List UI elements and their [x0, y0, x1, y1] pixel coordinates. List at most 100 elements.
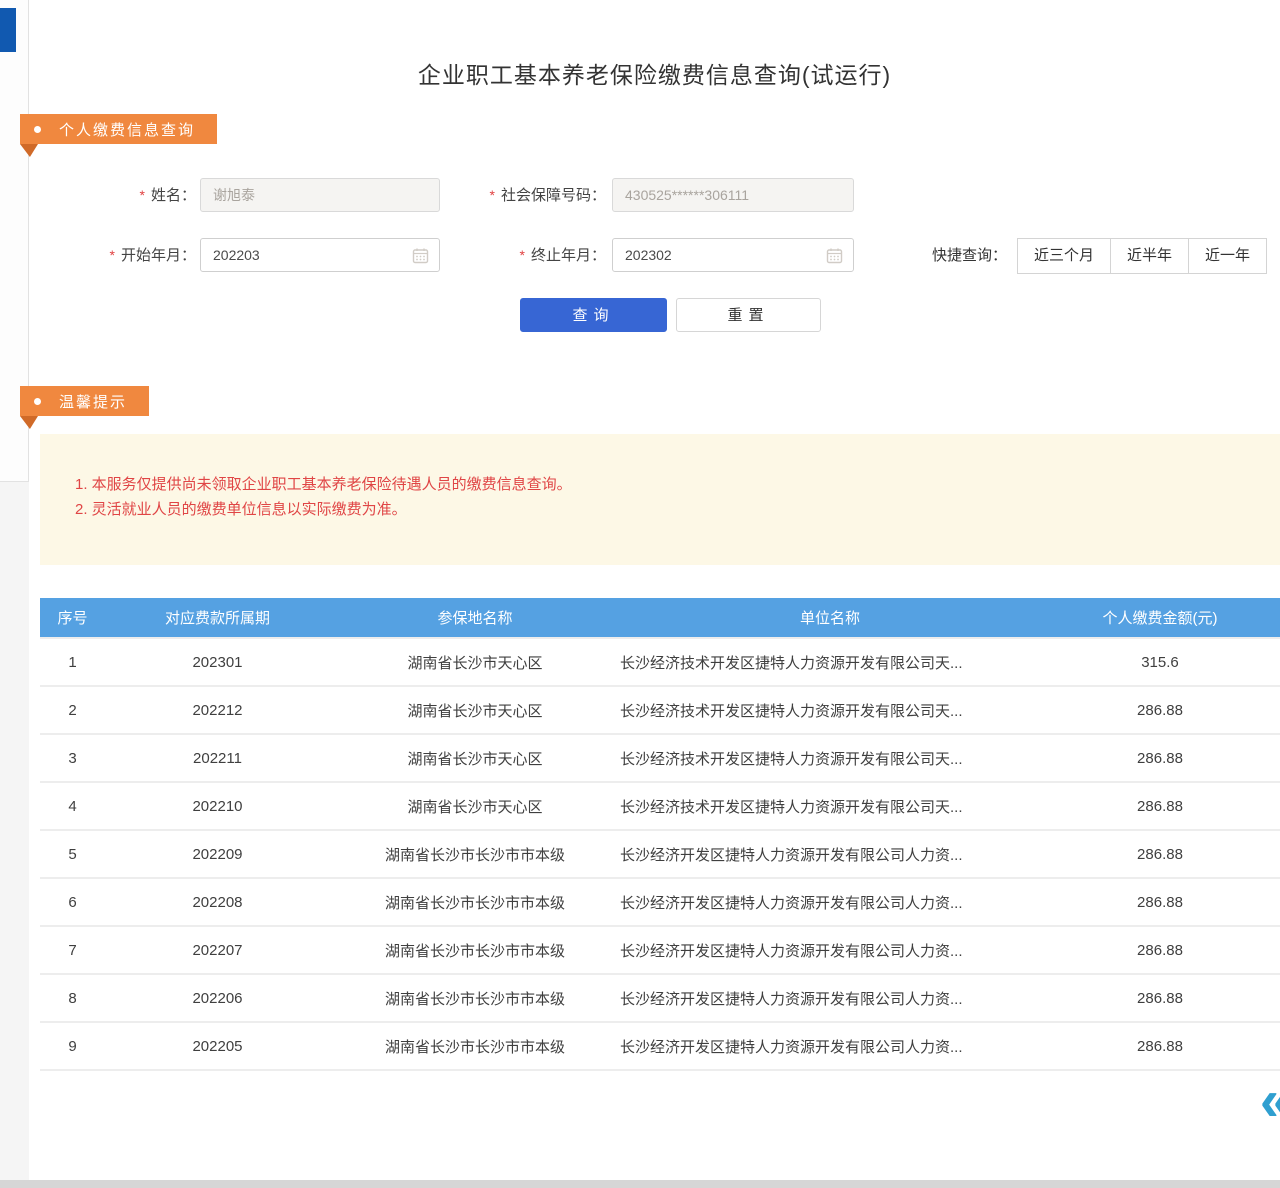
payment-table: 序号对应费款所属期参保地名称单位名称个人缴费金额(元) 1202301湖南省长沙…	[40, 598, 1280, 1071]
company-cell: 长沙经济技术开发区捷特人力资源开发有限公司天...	[620, 782, 1040, 830]
period-cell: 202210	[105, 782, 330, 830]
ssn-field: 430525******306111	[612, 178, 854, 212]
region-cell: 湖南省长沙市天心区	[330, 686, 620, 734]
region-cell: 湖南省长沙市长沙市市本级	[330, 974, 620, 1022]
region-cell: 湖南省长沙市天心区	[330, 638, 620, 686]
seq-cell: 8	[40, 974, 105, 1022]
table-body: 1202301湖南省长沙市天心区长沙经济技术开发区捷特人力资源开发有限公司天..…	[40, 638, 1280, 1070]
table-row: 8202206湖南省长沙市长沙市市本级长沙经济开发区捷特人力资源开发有限公司人力…	[40, 974, 1280, 1022]
period-cell: 202209	[105, 830, 330, 878]
notice-box: 1. 本服务仅提供尚未领取企业职工基本养老保险待遇人员的缴费信息查询。 2. 灵…	[40, 434, 1280, 565]
start-month-value: 202203	[213, 247, 412, 263]
amount-cell: 286.88	[1040, 974, 1280, 1022]
table-header-row: 序号对应费款所属期参保地名称单位名称个人缴费金额(元)	[40, 598, 1280, 638]
section-badge-label: 个人缴费信息查询	[59, 119, 195, 140]
table-header-cell: 参保地名称	[330, 598, 620, 638]
sidebar-nav-block[interactable]	[0, 8, 16, 52]
query-button[interactable]: 查询	[520, 298, 667, 332]
region-cell: 湖南省长沙市长沙市市本级	[330, 830, 620, 878]
company-cell: 长沙经济技术开发区捷特人力资源开发有限公司天...	[620, 686, 1040, 734]
quick-query-group: 近三个月近半年近一年	[1018, 238, 1267, 274]
seq-cell: 7	[40, 926, 105, 974]
company-cell: 长沙经济开发区捷特人力资源开发有限公司人力资...	[620, 878, 1040, 926]
company-cell: 长沙经济开发区捷特人力资源开发有限公司人力资...	[620, 926, 1040, 974]
footer-bar	[0, 1180, 1280, 1188]
amount-cell: 315.6	[1040, 638, 1280, 686]
period-cell: 202205	[105, 1022, 330, 1070]
quick-query-label: 快捷查询：	[932, 238, 1007, 274]
required-mark: *	[520, 247, 525, 263]
collapse-double-chevron-icon[interactable]: «	[1260, 1072, 1280, 1130]
table-row: 3202211湖南省长沙市天心区长沙经济技术开发区捷特人力资源开发有限公司天..…	[40, 734, 1280, 782]
ssn-label: *社会保障号码：	[440, 178, 606, 212]
region-cell: 湖南省长沙市长沙市市本级	[330, 926, 620, 974]
amount-cell: 286.88	[1040, 1022, 1280, 1070]
amount-cell: 286.88	[1040, 686, 1280, 734]
required-mark: *	[110, 247, 115, 263]
table-row: 6202208湖南省长沙市长沙市市本级长沙经济开发区捷特人力资源开发有限公司人力…	[40, 878, 1280, 926]
name-value: 谢旭泰	[213, 185, 429, 205]
quick-option-button[interactable]: 近半年	[1110, 238, 1189, 274]
company-cell: 长沙经济技术开发区捷特人力资源开发有限公司天...	[620, 734, 1040, 782]
seq-cell: 9	[40, 1022, 105, 1070]
seq-cell: 1	[40, 638, 105, 686]
amount-cell: 286.88	[1040, 830, 1280, 878]
bullet-dot-icon	[34, 126, 41, 133]
region-cell: 湖南省长沙市长沙市市本级	[330, 878, 620, 926]
name-label: *姓名：	[80, 178, 196, 212]
amount-cell: 286.88	[1040, 878, 1280, 926]
period-cell: 202211	[105, 734, 330, 782]
end-month-label: *终止年月：	[450, 238, 606, 272]
company-cell: 长沙经济开发区捷特人力资源开发有限公司人力资...	[620, 974, 1040, 1022]
seq-cell: 4	[40, 782, 105, 830]
company-cell: 长沙经济开发区捷特人力资源开发有限公司人力资...	[620, 830, 1040, 878]
seq-cell: 3	[40, 734, 105, 782]
start-month-label: *开始年月：	[80, 238, 196, 272]
table-row: 4202210湖南省长沙市天心区长沙经济技术开发区捷特人力资源开发有限公司天..…	[40, 782, 1280, 830]
period-cell: 202207	[105, 926, 330, 974]
amount-cell: 286.88	[1040, 926, 1280, 974]
table-header-cell: 单位名称	[620, 598, 1040, 638]
table-row: 5202209湖南省长沙市长沙市市本级长沙经济开发区捷特人力资源开发有限公司人力…	[40, 830, 1280, 878]
table-header-cell: 个人缴费金额(元)	[1040, 598, 1280, 638]
period-cell: 202301	[105, 638, 330, 686]
calendar-icon[interactable]	[826, 247, 843, 264]
table-row: 9202205湖南省长沙市长沙市市本级长沙经济开发区捷特人力资源开发有限公司人力…	[40, 1022, 1280, 1070]
name-field: 谢旭泰	[200, 178, 440, 212]
section-badge-personal-query: 个人缴费信息查询	[20, 114, 217, 144]
period-cell: 202206	[105, 974, 330, 1022]
required-mark: *	[140, 187, 145, 203]
start-month-input[interactable]: 202203	[200, 238, 440, 272]
ssn-value: 430525******306111	[625, 187, 843, 203]
seq-cell: 5	[40, 830, 105, 878]
bullet-dot-icon	[34, 398, 41, 405]
seq-cell: 2	[40, 686, 105, 734]
table-row: 7202207湖南省长沙市长沙市市本级长沙经济开发区捷特人力资源开发有限公司人力…	[40, 926, 1280, 974]
region-cell: 湖南省长沙市长沙市市本级	[330, 1022, 620, 1070]
table-header-cell: 序号	[40, 598, 105, 638]
section-badge-label: 温馨提示	[59, 391, 127, 412]
page-title: 企业职工基本养老保险缴费信息查询(试运行)	[29, 56, 1280, 90]
quick-option-button[interactable]: 近一年	[1188, 238, 1267, 274]
end-month-input[interactable]: 202302	[612, 238, 854, 272]
reset-button[interactable]: 重置	[676, 298, 821, 332]
company-cell: 长沙经济开发区捷特人力资源开发有限公司人力资...	[620, 1022, 1040, 1070]
amount-cell: 286.88	[1040, 734, 1280, 782]
table-header-cell: 对应费款所属期	[105, 598, 330, 638]
calendar-icon[interactable]	[412, 247, 429, 264]
notice-line: 1. 本服务仅提供尚未领取企业职工基本养老保险待遇人员的缴费信息查询。	[75, 472, 1280, 497]
amount-cell: 286.88	[1040, 782, 1280, 830]
seq-cell: 6	[40, 878, 105, 926]
table-row: 1202301湖南省长沙市天心区长沙经济技术开发区捷特人力资源开发有限公司天..…	[40, 638, 1280, 686]
company-cell: 长沙经济技术开发区捷特人力资源开发有限公司天...	[620, 638, 1040, 686]
period-cell: 202212	[105, 686, 330, 734]
section-badge-tips: 温馨提示	[20, 386, 149, 416]
table-row: 2202212湖南省长沙市天心区长沙经济技术开发区捷特人力资源开发有限公司天..…	[40, 686, 1280, 734]
notice-line: 2. 灵活就业人员的缴费单位信息以实际缴费为准。	[75, 497, 1280, 522]
period-cell: 202208	[105, 878, 330, 926]
end-month-value: 202302	[625, 247, 826, 263]
quick-option-button[interactable]: 近三个月	[1017, 238, 1111, 274]
region-cell: 湖南省长沙市天心区	[330, 734, 620, 782]
region-cell: 湖南省长沙市天心区	[330, 782, 620, 830]
required-mark: *	[490, 187, 495, 203]
